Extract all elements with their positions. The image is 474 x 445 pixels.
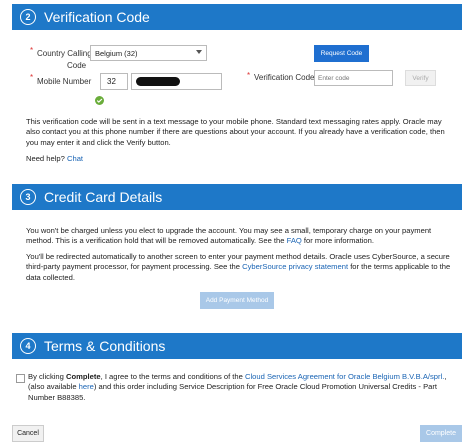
- section-number: 4: [20, 338, 36, 354]
- complete-button[interactable]: Complete: [420, 425, 462, 442]
- country-select[interactable]: Belgium (32): [90, 45, 207, 61]
- section-number: 3: [20, 189, 36, 205]
- checkmark-success-icon: [95, 96, 104, 105]
- verification-info-text: This verification code will be sent in a…: [26, 117, 445, 147]
- terms-text: By clicking Complete, I agree to the ter…: [28, 372, 447, 402]
- chat-link[interactable]: Chat: [67, 154, 83, 163]
- faq-link[interactable]: FAQ: [287, 236, 302, 245]
- mobile-number-field[interactable]: [131, 73, 222, 90]
- section-title: Verification Code: [44, 9, 150, 25]
- chevron-down-icon: [196, 50, 202, 54]
- required-marker: *: [30, 73, 34, 82]
- redirect-info-text: You'll be redirected automatically to an…: [26, 252, 451, 282]
- section-header-credit-card: 3 Credit Card Details: [12, 184, 462, 210]
- verify-button[interactable]: Verify: [405, 70, 436, 86]
- required-marker: *: [247, 71, 251, 80]
- request-code-button[interactable]: Request Code: [314, 45, 369, 62]
- section-number: 2: [20, 9, 36, 25]
- charge-info-text: You won't be charged unless you elect to…: [26, 226, 432, 246]
- country-select-value: Belgium (32): [95, 49, 138, 58]
- cybersource-privacy-link[interactable]: CyberSource privacy statement: [242, 262, 348, 271]
- required-marker: *: [30, 46, 34, 55]
- verification-code-input[interactable]: [314, 70, 393, 86]
- terms-checkbox[interactable]: [16, 374, 25, 383]
- cloud-services-agreement-link[interactable]: Cloud Services Agreement for Oracle Belg…: [245, 372, 444, 381]
- country-code-label: Country Calling Code: [37, 49, 92, 70]
- redacted-number: [136, 77, 180, 86]
- section-title: Credit Card Details: [44, 189, 163, 205]
- section-header-terms: 4 Terms & Conditions: [12, 333, 462, 359]
- mobile-number-label: Mobile Number: [37, 77, 92, 86]
- help-line: Need help? Chat: [26, 154, 84, 163]
- country-code-field[interactable]: 32: [100, 73, 128, 90]
- here-link[interactable]: here: [79, 382, 94, 391]
- section-title: Terms & Conditions: [44, 338, 166, 354]
- section-header-verification: 2 Verification Code: [12, 4, 462, 30]
- country-code-value: 32: [107, 77, 116, 86]
- verification-code-label: Verification Code: [254, 73, 315, 82]
- cancel-button[interactable]: Cancel: [12, 425, 44, 442]
- add-payment-method-button[interactable]: Add Payment Method: [200, 292, 274, 309]
